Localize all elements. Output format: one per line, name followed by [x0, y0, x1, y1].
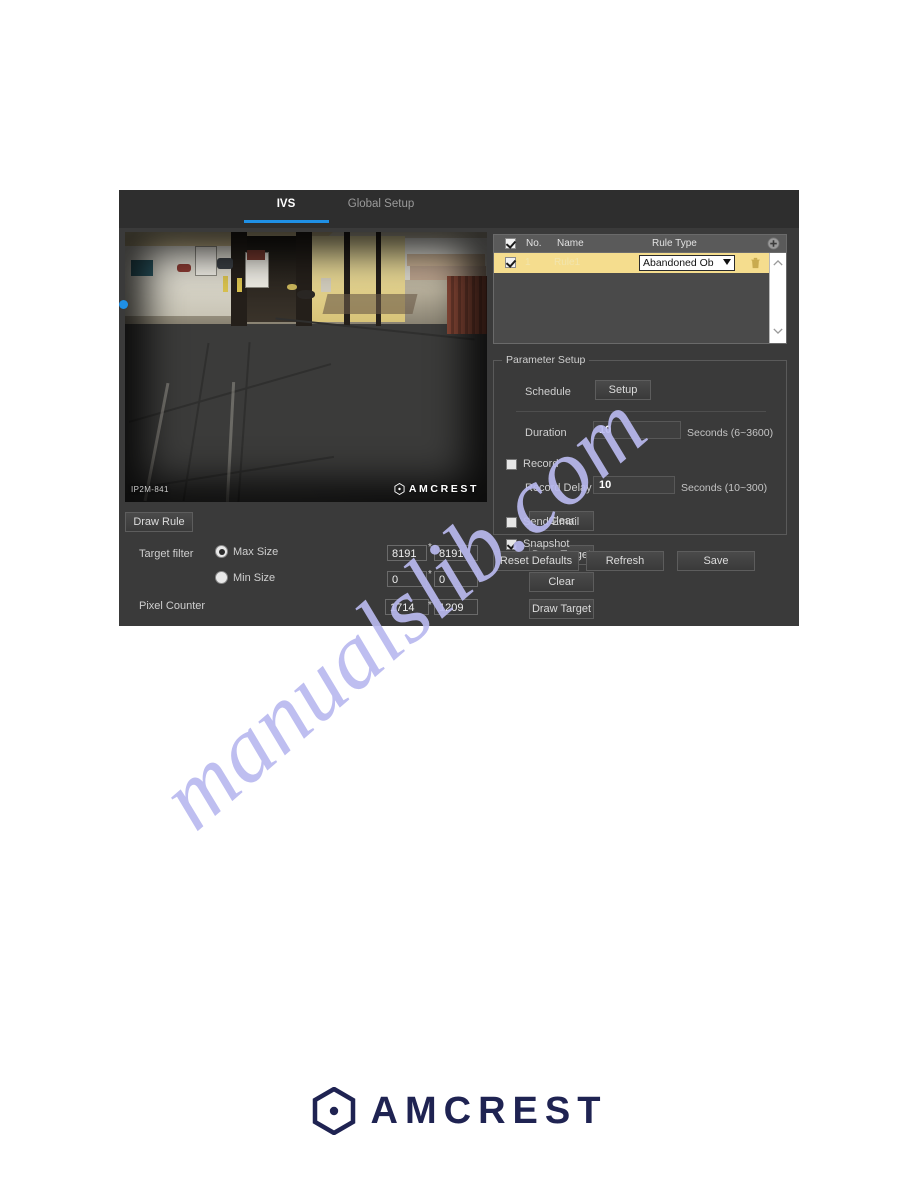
schedule-label: Schedule — [525, 386, 571, 398]
snapshot-label: Snapshot — [523, 538, 570, 550]
rule-draw-point-marker[interactable] — [119, 300, 128, 309]
camera-live-view — [125, 232, 487, 502]
max-size-separator: * — [428, 542, 432, 553]
send-email-option-row[interactable]: Send Email — [506, 516, 579, 528]
record-delay-label: Record Delay — [525, 482, 592, 494]
record-option-row[interactable]: Record — [506, 458, 558, 470]
tab-active-underline — [244, 220, 329, 223]
row-name: Rule1 — [554, 257, 581, 268]
save-button[interactable]: Save — [677, 551, 755, 571]
record-delay-input[interactable]: 10 — [593, 476, 675, 494]
rule-list-table: No. Name Rule Type 1 Rule1 Abandoned Ob — [493, 234, 787, 344]
column-header-rule-type: Rule Type — [652, 238, 697, 249]
footer-brand-text: AMCREST — [370, 1089, 608, 1132]
record-delay-hint: Seconds (10~300) — [681, 482, 768, 494]
pixel-counter-separator: * — [428, 600, 432, 611]
min-size-height-input[interactable]: 0 — [434, 571, 478, 587]
min-size-width-input[interactable]: 0 — [387, 571, 427, 587]
min-size-separator: * — [428, 569, 432, 580]
footer-brand: AMCREST — [0, 1087, 918, 1135]
send-email-checkbox[interactable] — [506, 516, 517, 528]
video-preview[interactable]: IP2M-841 AMCREST — [125, 232, 487, 502]
duration-hint: Seconds (6~3600) — [687, 427, 774, 439]
column-header-no: No. — [526, 238, 542, 249]
amcrest-hex-logo-icon — [312, 1087, 355, 1135]
parameter-setup-title: Parameter Setup — [502, 354, 590, 366]
scroll-up-icon[interactable] — [773, 259, 783, 267]
table-row[interactable]: 1 Rule1 Abandoned Ob — [494, 253, 769, 273]
duration-input[interactable]: 10 — [593, 421, 681, 439]
video-brand-text: AMCREST — [408, 483, 479, 495]
max-size-label: Max Size — [233, 545, 279, 558]
pixel-counter-width-input[interactable]: 1714 — [385, 599, 429, 615]
select-all-checkbox[interactable] — [505, 238, 516, 249]
parameter-setup-group: Parameter Setup Schedule Setup Duration … — [493, 354, 787, 550]
ivs-configuration-panel: IVS Global Setup IP2M-841 AMCREST Draw R… — [119, 190, 799, 626]
pixel-counter-label: Pixel Counter — [139, 600, 206, 612]
pixel-counter-height-input[interactable]: 1209 — [434, 599, 478, 615]
max-size-width-input[interactable]: 8191 — [387, 545, 427, 561]
min-size-label: Min Size — [233, 571, 276, 584]
row-number: 1 — [525, 257, 531, 268]
rule-type-value: Abandoned Ob — [643, 257, 714, 269]
chevron-down-icon — [723, 259, 731, 265]
draw-rule-button[interactable]: Draw Rule — [125, 512, 193, 532]
tab-ivs[interactable]: IVS — [250, 198, 322, 210]
tab-global-setup[interactable]: Global Setup — [331, 198, 431, 210]
parameter-divider — [516, 411, 766, 412]
scroll-down-icon[interactable] — [773, 327, 783, 335]
rule-type-select[interactable]: Abandoned Ob — [639, 255, 735, 271]
rule-table-header: No. Name Rule Type — [494, 235, 786, 253]
row-enable-checkbox[interactable] — [505, 257, 516, 268]
max-size-height-input[interactable]: 8191 — [434, 545, 478, 561]
min-size-radio[interactable] — [215, 571, 228, 584]
trash-icon[interactable] — [750, 257, 761, 269]
record-label: Record — [523, 458, 559, 470]
target-filter-label: Target filter — [139, 548, 194, 560]
max-size-radio-row[interactable]: Max Size — [215, 545, 278, 558]
snapshot-option-row[interactable]: Snapshot — [506, 538, 569, 550]
send-email-label: Send Email — [523, 516, 580, 528]
video-brand-watermark: AMCREST — [394, 483, 479, 495]
reset-defaults-button[interactable]: Reset Defaults — [493, 551, 579, 571]
duration-label: Duration — [525, 427, 567, 439]
max-size-radio[interactable] — [215, 545, 228, 558]
clear-min-button[interactable]: Clear — [529, 572, 594, 592]
refresh-button[interactable]: Refresh — [586, 551, 664, 571]
amcrest-hex-icon — [394, 483, 405, 495]
record-checkbox[interactable] — [506, 458, 517, 470]
rule-list-scrollbar[interactable] — [769, 253, 786, 343]
min-size-radio-row[interactable]: Min Size — [215, 571, 275, 584]
draw-target-pixel-button[interactable]: Draw Target — [529, 599, 594, 619]
add-circle-icon[interactable] — [767, 237, 780, 250]
snapshot-checkbox[interactable] — [506, 538, 517, 550]
camera-model-overlay: IP2M-841 — [131, 485, 169, 494]
column-header-name: Name — [557, 238, 584, 249]
schedule-setup-button[interactable]: Setup — [595, 380, 651, 400]
tab-bar: IVS Global Setup — [119, 190, 799, 228]
